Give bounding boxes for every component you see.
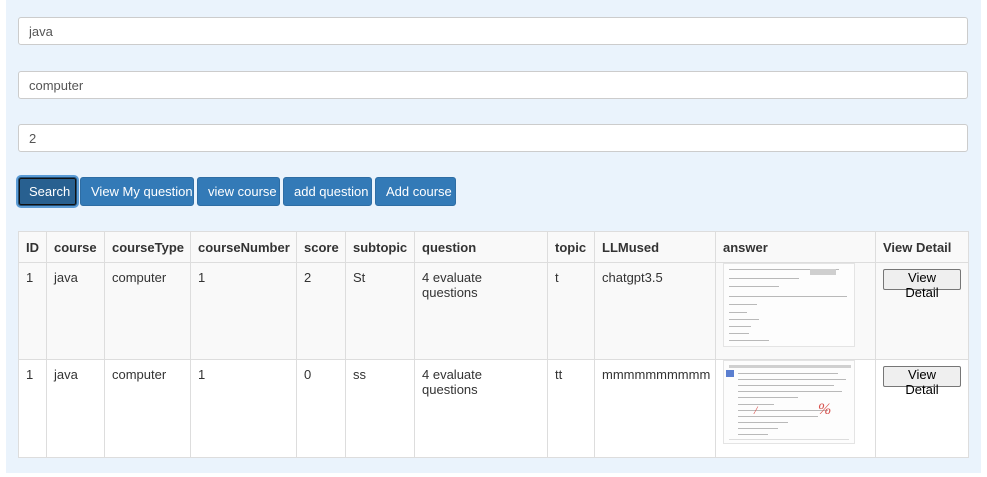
header-course-type: courseType — [104, 231, 191, 263]
header-course: course — [46, 231, 105, 263]
cell-course-number: 1 — [190, 359, 297, 458]
cell-view-detail: View Detail — [875, 359, 969, 458]
cell-question: 4 evaluate questions — [414, 359, 548, 458]
cell-question: 4 evaluate questions — [414, 262, 548, 360]
search-button[interactable]: Search — [18, 177, 77, 206]
view-detail-button[interactable]: View Detail — [883, 366, 961, 397]
header-id: ID — [18, 231, 47, 263]
course-input[interactable] — [18, 17, 968, 45]
view-course-button[interactable]: view course — [197, 177, 280, 206]
cell-course: java — [46, 262, 105, 360]
cell-id: 1 — [18, 359, 47, 458]
table-row: 1 java computer 1 2 St 4 evaluate questi… — [18, 262, 969, 360]
cell-view-detail: View Detail — [875, 262, 969, 360]
table-header-row: ID course courseType courseNumber score … — [18, 231, 969, 263]
header-answer: answer — [715, 231, 876, 263]
cell-answer — [715, 262, 876, 360]
add-question-button[interactable]: add question — [283, 177, 372, 206]
course-number-input[interactable] — [18, 124, 968, 152]
cell-topic: t — [547, 262, 595, 360]
answer-image[interactable]: % / — [723, 360, 855, 444]
add-course-button[interactable]: Add course — [375, 177, 456, 206]
course-type-input[interactable] — [18, 71, 968, 99]
header-view-detail: View Detail — [875, 231, 969, 263]
cell-answer: % / — [715, 359, 876, 458]
header-llmused: LLMused — [594, 231, 716, 263]
answer-image[interactable] — [723, 263, 855, 347]
cell-course-type: computer — [104, 262, 191, 360]
questions-table: ID course courseType courseNumber score … — [18, 231, 969, 458]
header-topic: topic — [547, 231, 595, 263]
header-question: question — [414, 231, 548, 263]
view-detail-button[interactable]: View Detail — [883, 269, 961, 300]
cell-subtopic: ss — [345, 359, 415, 458]
header-score: score — [296, 231, 346, 263]
cell-score: 0 — [296, 359, 346, 458]
cell-course-type: computer — [104, 359, 191, 458]
cell-llmused: chatgpt3.5 — [594, 262, 716, 360]
cell-subtopic: St — [345, 262, 415, 360]
cell-score: 2 — [296, 262, 346, 360]
header-course-number: courseNumber — [190, 231, 297, 263]
table-row: 1 java computer 1 0 ss 4 evaluate questi… — [18, 359, 969, 458]
cell-course-number: 1 — [190, 262, 297, 360]
view-my-question-button[interactable]: View My question — [80, 177, 194, 206]
header-subtopic: subtopic — [345, 231, 415, 263]
cell-course: java — [46, 359, 105, 458]
cell-topic: tt — [547, 359, 595, 458]
cell-id: 1 — [18, 262, 47, 360]
cell-llmused: mmmmmmmmmm — [594, 359, 716, 458]
